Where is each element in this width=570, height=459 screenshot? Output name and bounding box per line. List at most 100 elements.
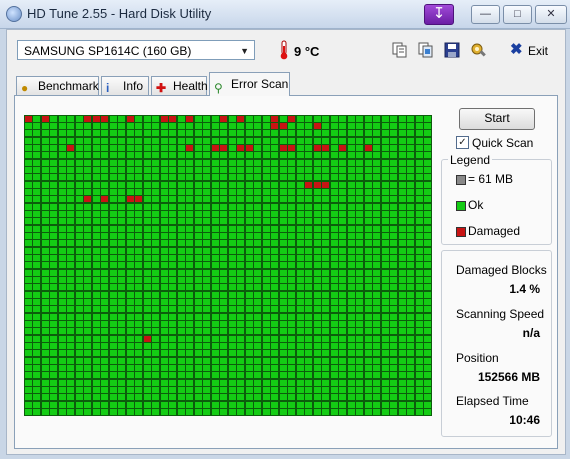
tab-error-scan[interactable]: ⚲ Error Scan: [209, 72, 290, 96]
scan-block-ok: [398, 232, 406, 239]
copy-text-icon[interactable]: [391, 41, 409, 59]
exit-icon[interactable]: ✖: [510, 41, 523, 59]
scan-block-ok: [41, 262, 49, 269]
tab-info[interactable]: i Info: [101, 76, 149, 95]
scan-block-ok: [220, 291, 227, 298]
scan-block-ok: [415, 335, 423, 342]
scan-block-ok: [390, 166, 397, 173]
scan-block-ok: [415, 357, 423, 364]
scan-block-ok: [322, 401, 329, 408]
quick-scan-checkbox[interactable]: ✓: [456, 136, 469, 149]
scan-block-ok: [135, 174, 142, 181]
scan-block-ok: [194, 284, 202, 291]
scan-block-ok: [390, 276, 397, 283]
scan-block-ok: [152, 387, 159, 394]
scan-block-ok: [356, 350, 363, 357]
scan-block-ok: [245, 225, 253, 232]
scan-block-ok: [101, 210, 108, 217]
exit-button[interactable]: Exit: [528, 44, 548, 58]
scan-block-ok: [313, 210, 321, 217]
scan-block-ok: [92, 401, 100, 408]
scan-block-ok: [381, 225, 389, 232]
scan-block-ok: [58, 343, 66, 350]
scan-block-ok: [50, 379, 57, 386]
scan-block-ok: [84, 247, 91, 254]
scan-block-ok: [143, 152, 151, 159]
scan-block-ok: [373, 335, 380, 342]
close-button[interactable]: ✕: [535, 5, 567, 24]
scan-block-ok: [237, 276, 244, 283]
scan-block-ok: [424, 313, 431, 320]
minimize-button[interactable]: —: [471, 5, 500, 24]
scan-block-ok: [262, 321, 270, 328]
scan-block-ok: [152, 210, 159, 217]
scan-block-ok: [135, 387, 142, 394]
scan-block-ok: [203, 372, 210, 379]
scan-block-ok: [186, 166, 193, 173]
scan-block-ok: [194, 343, 202, 350]
scan-block-ok: [109, 210, 117, 217]
scan-block-ok: [92, 284, 100, 291]
scan-block-ok: [160, 137, 168, 144]
scan-block-ok: [415, 379, 423, 386]
scan-block-ok: [407, 240, 414, 247]
scan-block-ok: [322, 343, 329, 350]
scan-block-ok: [381, 144, 389, 151]
scan-block-ok: [169, 210, 176, 217]
quick-scan-label[interactable]: Quick Scan: [472, 136, 533, 150]
options-icon[interactable]: [469, 41, 487, 59]
scan-block-ok: [92, 188, 100, 195]
scan-block-ok: [152, 357, 159, 364]
scan-block-ok: [347, 299, 355, 305]
scan-block-ok: [364, 321, 372, 328]
scan-block-ok: [109, 166, 117, 173]
scan-block-ok: [67, 196, 74, 203]
scan-block-ok: [424, 269, 431, 276]
scan-block-ok: [67, 269, 74, 276]
scan-block-ok: [313, 166, 321, 173]
scan-block-ok: [296, 254, 304, 261]
save-icon[interactable]: [443, 41, 461, 59]
start-button[interactable]: Start: [459, 108, 535, 130]
scan-block-ok: [169, 335, 176, 342]
scan-block-ok: [169, 130, 176, 137]
scan-block-ok: [305, 372, 312, 379]
scan-block-ok: [305, 247, 312, 254]
scan-block-ok: [305, 115, 312, 122]
scan-block-ok: [84, 159, 91, 166]
tab-health[interactable]: ✚ Health: [151, 76, 208, 95]
scan-block-ok: [101, 343, 108, 350]
scan-block-ok: [50, 387, 57, 394]
scan-block-ok: [390, 321, 397, 328]
scan-block-ok: [203, 313, 210, 320]
scan-block-ok: [160, 276, 168, 283]
tab-benchmark[interactable]: ● Benchmark: [16, 76, 99, 95]
scan-block-ok: [271, 335, 278, 342]
drive-select[interactable]: SAMSUNG SP1614C (160 GB) ▼: [17, 40, 255, 60]
scan-block-ok: [211, 218, 219, 225]
scan-block-ok: [126, 247, 134, 254]
scan-block-ok: [92, 240, 100, 247]
scan-block-ok: [262, 115, 270, 122]
scan-block-ok: [390, 372, 397, 379]
download-update-icon[interactable]: ↧: [424, 4, 454, 25]
scan-block-ok: [407, 218, 414, 225]
copy-screenshot-icon[interactable]: [417, 41, 435, 59]
scan-block-ok: [135, 232, 142, 239]
scan-block-ok: [390, 328, 397, 335]
scan-block-ok: [177, 284, 185, 291]
scan-block-ok: [279, 276, 287, 283]
scan-block-ok: [424, 299, 431, 305]
scan-block-ok: [41, 306, 49, 313]
scan-block-ok: [313, 196, 321, 203]
scan-block-ok: [50, 144, 57, 151]
scan-block-damaged: [186, 144, 193, 151]
scan-block-ok: [58, 299, 66, 305]
scan-block-ok: [339, 196, 346, 203]
scan-block-ok: [75, 387, 83, 394]
scan-block-ok: [220, 166, 227, 173]
scan-block-ok: [84, 166, 91, 173]
scan-block-damaged: [169, 115, 176, 122]
scan-block-ok: [41, 144, 49, 151]
maximize-button[interactable]: □: [503, 5, 532, 24]
